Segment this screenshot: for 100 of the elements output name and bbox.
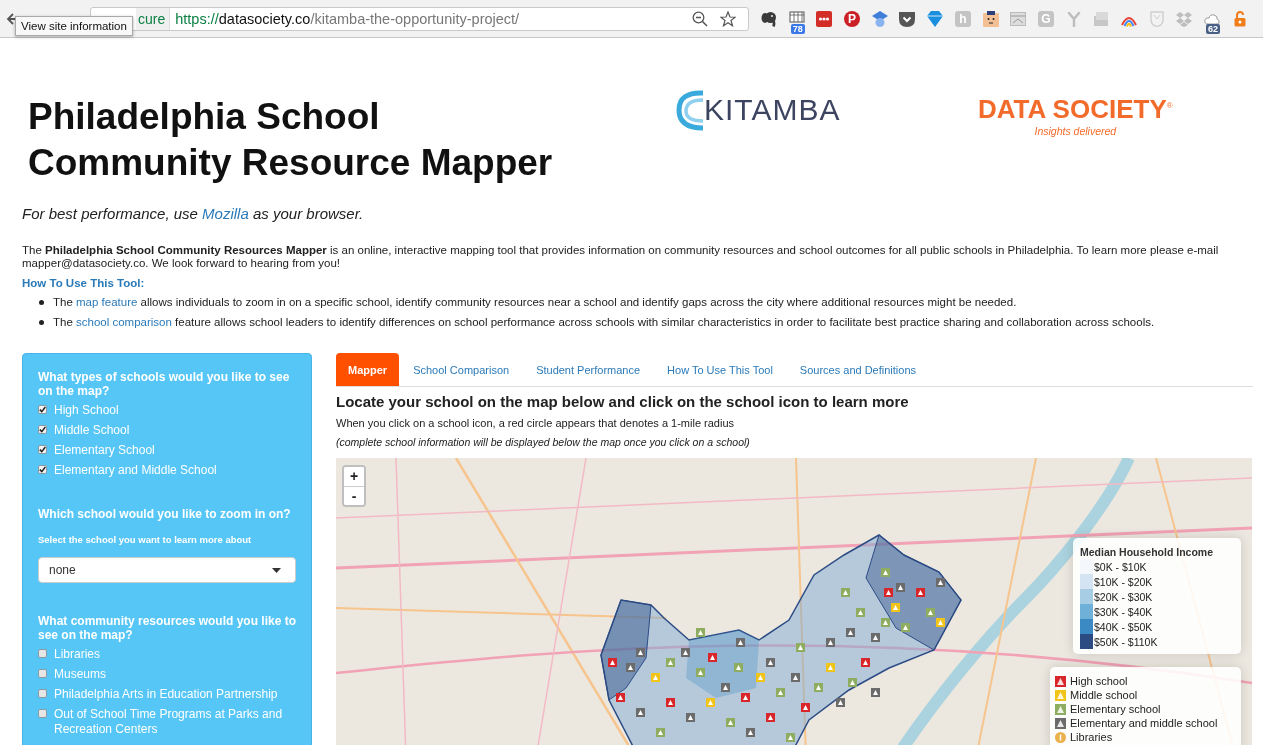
school-marker-icon[interactable] bbox=[776, 688, 785, 697]
school-marker-icon[interactable] bbox=[656, 728, 665, 737]
legend-label: Middle school bbox=[1070, 688, 1138, 702]
checkbox[interactable] bbox=[38, 424, 47, 434]
tooltip: View site information bbox=[15, 16, 133, 36]
school-marker-icon[interactable] bbox=[936, 578, 945, 587]
school-marker-icon[interactable] bbox=[841, 588, 850, 597]
school-marker-icon[interactable] bbox=[636, 648, 645, 657]
chevron-icon[interactable] bbox=[899, 10, 916, 27]
legend-label: Libraries bbox=[1070, 730, 1113, 744]
school-marker-icon[interactable] bbox=[766, 658, 775, 667]
school-marker-icon[interactable] bbox=[734, 663, 743, 672]
school-marker-icon[interactable] bbox=[666, 698, 675, 707]
school-marker-icon[interactable] bbox=[791, 673, 800, 682]
school-marker-icon[interactable] bbox=[871, 633, 880, 642]
school-marker-icon[interactable] bbox=[746, 728, 755, 737]
school-marker-icon[interactable] bbox=[626, 663, 635, 672]
school-marker-icon[interactable] bbox=[736, 638, 745, 647]
district-area[interactable] bbox=[600, 534, 962, 745]
tab[interactable]: How To Use This Tool bbox=[654, 353, 786, 386]
school-marker-icon[interactable] bbox=[721, 683, 730, 692]
extension-button[interactable]: P bbox=[844, 10, 861, 27]
legend-label: Elementary and middle school bbox=[1070, 716, 1218, 730]
school-marker-icon[interactable] bbox=[686, 713, 695, 722]
map-hint: (complete school information will be displayed below the map once you click on a school) bbox=[336, 435, 750, 449]
school-marker-icon[interactable] bbox=[884, 588, 893, 597]
school-marker-icon[interactable] bbox=[871, 688, 880, 697]
tab[interactable]: Mapper bbox=[336, 353, 400, 386]
tab[interactable]: Student Performance bbox=[523, 353, 654, 386]
school-marker-icon[interactable] bbox=[741, 693, 750, 702]
school-marker-icon[interactable] bbox=[636, 708, 645, 717]
bullet-icon bbox=[39, 299, 44, 305]
checkbox[interactable] bbox=[38, 444, 47, 454]
checkbox[interactable] bbox=[38, 708, 47, 718]
checkbox[interactable] bbox=[38, 464, 47, 474]
school-marker-icon[interactable] bbox=[814, 683, 823, 692]
school-marker-icon[interactable] bbox=[616, 693, 625, 702]
star-icon[interactable] bbox=[720, 10, 736, 27]
school-marker-icon[interactable] bbox=[826, 663, 835, 672]
school-marker-icon[interactable] bbox=[881, 568, 890, 577]
section-title: How To Use This Tool: bbox=[22, 276, 145, 290]
school-marker-icon[interactable] bbox=[801, 703, 810, 712]
dots-icon[interactable] bbox=[816, 10, 833, 27]
school-marker-icon[interactable] bbox=[861, 658, 870, 667]
legend-label: $30K - $40K bbox=[1094, 605, 1153, 618]
school-marker-icon[interactable] bbox=[881, 618, 890, 627]
school-marker-icon[interactable] bbox=[856, 608, 865, 617]
district-area[interactable] bbox=[686, 630, 759, 698]
school-marker-icon[interactable] bbox=[926, 608, 935, 617]
school-marker-icon[interactable] bbox=[696, 668, 705, 677]
checkbox[interactable] bbox=[38, 668, 47, 678]
school-marker-icon[interactable] bbox=[766, 713, 775, 722]
school-marker-icon[interactable] bbox=[846, 628, 855, 637]
school-marker-icon[interactable] bbox=[891, 603, 900, 612]
section-heading: Which school would you like to zoom in on? bbox=[38, 507, 292, 521]
url-text[interactable]: https://datasociety.co/kitamba-the-opportunity-project/ bbox=[175, 10, 692, 27]
tab[interactable]: Sources and Definitions bbox=[786, 353, 930, 386]
school-marker-icon[interactable] bbox=[708, 653, 717, 662]
school-marker-icon[interactable] bbox=[896, 583, 905, 592]
school-marker-icon[interactable] bbox=[651, 673, 660, 682]
checkbox[interactable] bbox=[38, 648, 47, 658]
diamond-icon[interactable] bbox=[927, 10, 944, 27]
school-marker-icon[interactable] bbox=[726, 718, 735, 727]
zoom-button[interactable]: - bbox=[344, 486, 364, 505]
zoom-out-icon[interactable] bbox=[692, 10, 708, 27]
elephant-icon[interactable] bbox=[761, 10, 777, 27]
school-marker-icon[interactable] bbox=[826, 638, 835, 647]
tab[interactable]: School Comparison bbox=[400, 353, 523, 386]
school-marker-icon[interactable] bbox=[796, 643, 805, 652]
school-marker-icon[interactable] bbox=[706, 698, 715, 707]
district-area[interactable] bbox=[600, 599, 652, 701]
logo-wordmark: KITAMBA bbox=[704, 93, 841, 127]
legend-label: $20K - $30K bbox=[1094, 590, 1153, 603]
browser-notice: For best performance, use Mozilla as your browser. bbox=[22, 205, 364, 223]
face-icon[interactable] bbox=[982, 10, 999, 27]
legend-label: High school bbox=[1070, 674, 1128, 688]
school-marker-icon[interactable] bbox=[836, 698, 845, 707]
security-label[interactable]: cure bbox=[136, 7, 171, 30]
browser-link[interactable]: Mozilla bbox=[202, 205, 249, 222]
feature-description: The school comparison feature allows school leaders to identify differences on school performance across schools with similar characteristics in order to facilitate best practice sharing and collaboration across schools. bbox=[53, 316, 1155, 328]
school-marker-icon[interactable] bbox=[848, 678, 857, 687]
logo-wordmark: DATA SOCIETY$^{®}$ bbox=[978, 92, 1173, 124]
cap-icon[interactable] bbox=[871, 10, 888, 27]
school-select[interactable]: none bbox=[38, 557, 296, 583]
school-marker-icon[interactable] bbox=[696, 628, 705, 637]
feature-link[interactable]: map feature bbox=[76, 296, 138, 308]
checkbox[interactable] bbox=[38, 404, 47, 414]
school-marker-icon[interactable] bbox=[901, 623, 910, 632]
school-marker-icon[interactable] bbox=[608, 658, 617, 667]
school-marker-icon[interactable] bbox=[916, 588, 925, 597]
legend-label: Elementary school bbox=[1070, 702, 1161, 716]
school-marker-icon[interactable] bbox=[666, 658, 675, 667]
feature-link[interactable]: school comparison bbox=[76, 316, 172, 328]
count-badge: 62 bbox=[1206, 23, 1220, 34]
school-marker-icon[interactable] bbox=[756, 673, 765, 682]
count-badge: 78 bbox=[790, 23, 805, 34]
school-marker-icon[interactable] bbox=[681, 648, 690, 657]
school-marker-icon[interactable] bbox=[936, 618, 945, 627]
school-marker-icon[interactable] bbox=[786, 733, 795, 742]
checkbox[interactable] bbox=[38, 688, 47, 698]
